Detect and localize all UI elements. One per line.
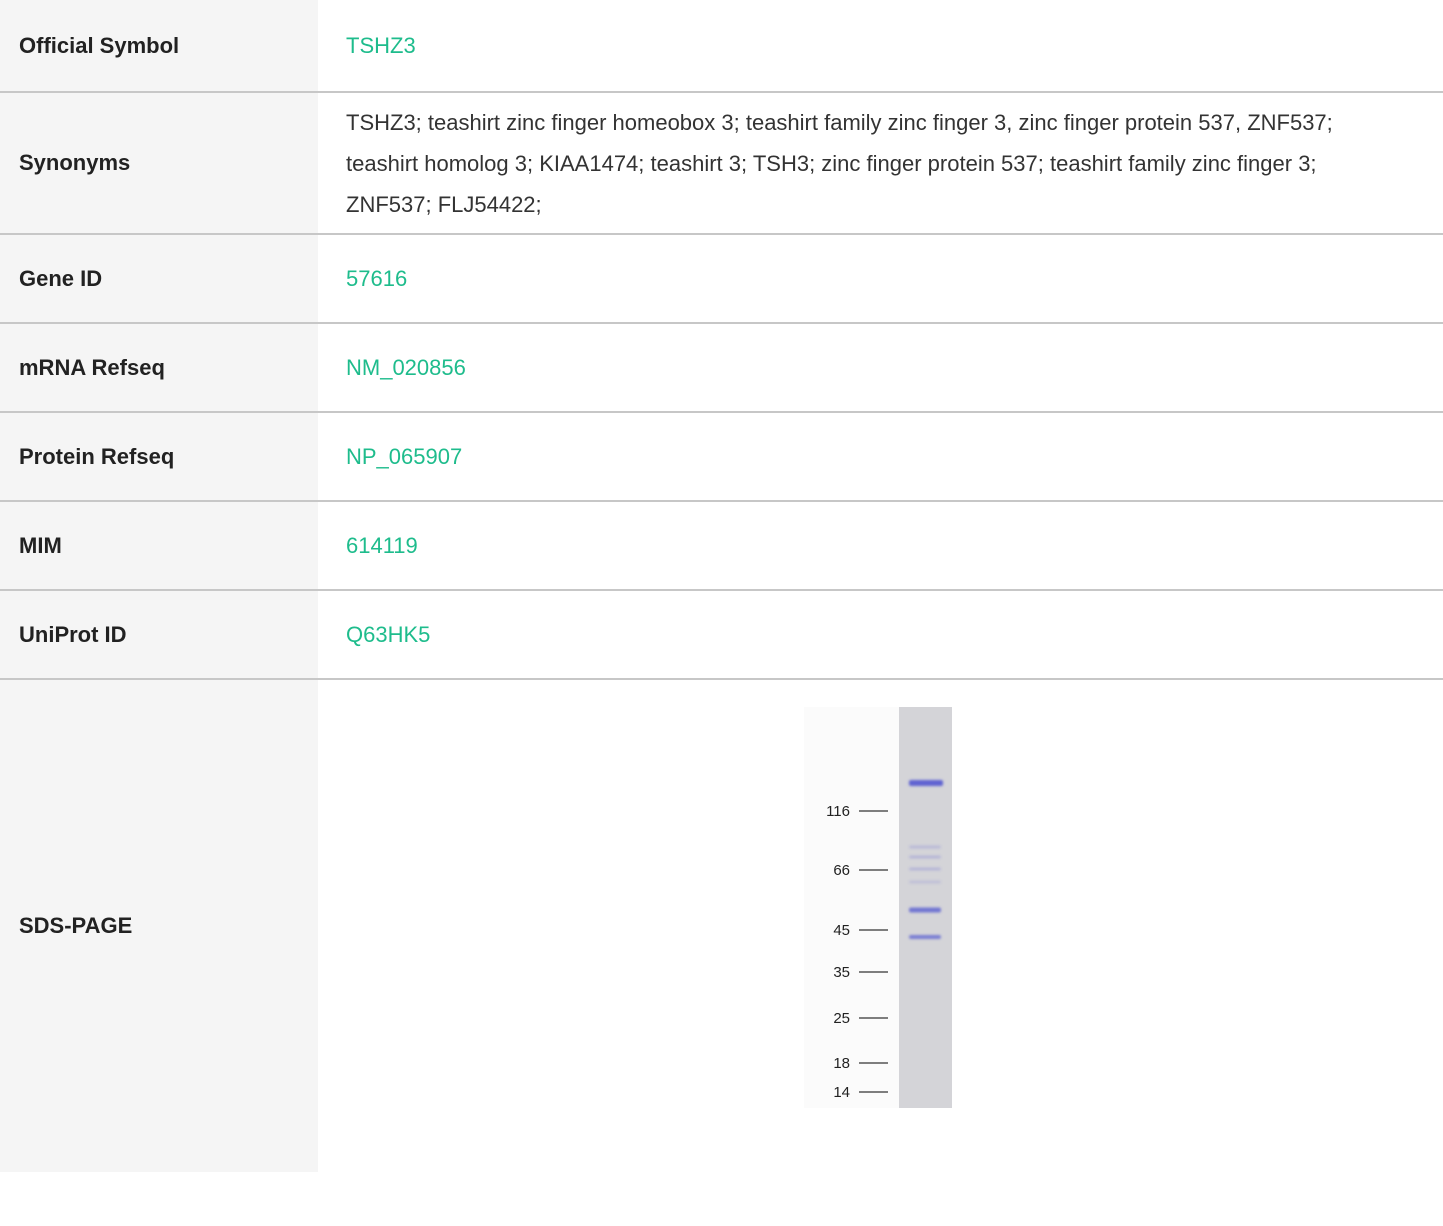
- gene-id-label: Gene ID: [0, 235, 318, 322]
- synonyms-value: TSHZ3; teashirt zinc finger homeobox 3; …: [318, 93, 1443, 233]
- sds-page-gel-image: 116 66 45 35 25 18 14: [804, 707, 952, 1108]
- protein-band: [909, 780, 943, 786]
- mrna-refseq-link[interactable]: NM_020856: [346, 347, 466, 388]
- protein-band: [909, 907, 941, 913]
- gene-info-table: Official Symbol TSHZ3 Synonyms TSHZ3; te…: [0, 0, 1443, 1172]
- protein-band: [909, 935, 941, 939]
- protein-band: [909, 855, 941, 859]
- mrna-refseq-value-cell: NM_020856: [318, 324, 1443, 411]
- row-uniprot-id: UniProt ID Q63HK5: [0, 591, 1443, 680]
- official-symbol-link[interactable]: TSHZ3: [346, 25, 416, 66]
- uniprot-id-value-cell: Q63HK5: [318, 591, 1443, 678]
- gel-svg: 116 66 45 35 25 18 14: [804, 707, 952, 1108]
- protein-refseq-label: Protein Refseq: [0, 413, 318, 500]
- protein-band: [909, 845, 941, 849]
- uniprot-id-label: UniProt ID: [0, 591, 318, 678]
- gene-id-link[interactable]: 57616: [346, 258, 407, 299]
- marker-label-35: 35: [833, 964, 850, 981]
- marker-label-18: 18: [833, 1055, 850, 1072]
- official-symbol-label: Official Symbol: [0, 0, 318, 91]
- row-mim: MIM 614119: [0, 502, 1443, 591]
- marker-label-25: 25: [833, 1010, 850, 1027]
- protein-refseq-link[interactable]: NP_065907: [346, 436, 462, 477]
- row-mrna-refseq: mRNA Refseq NM_020856: [0, 324, 1443, 413]
- row-protein-refseq: Protein Refseq NP_065907: [0, 413, 1443, 502]
- sds-page-image-cell: 116 66 45 35 25 18 14: [318, 680, 1443, 1172]
- mim-link[interactable]: 614119: [346, 525, 418, 566]
- mim-value-cell: 614119: [318, 502, 1443, 589]
- synonyms-label: Synonyms: [0, 93, 318, 233]
- gene-id-value-cell: 57616: [318, 235, 1443, 322]
- protein-band: [909, 867, 941, 871]
- mim-label: MIM: [0, 502, 318, 589]
- marker-label-14: 14: [833, 1084, 850, 1101]
- sds-page-label: SDS-PAGE: [0, 680, 318, 1172]
- marker-label-66: 66: [833, 862, 850, 879]
- row-gene-id: Gene ID 57616: [0, 235, 1443, 324]
- protein-refseq-value-cell: NP_065907: [318, 413, 1443, 500]
- marker-label-45: 45: [833, 922, 850, 939]
- mrna-refseq-label: mRNA Refseq: [0, 324, 318, 411]
- row-synonyms: Synonyms TSHZ3; teashirt zinc finger hom…: [0, 93, 1443, 235]
- protein-band: [909, 880, 941, 884]
- marker-label-116: 116: [826, 803, 850, 820]
- row-sds-page: SDS-PAGE 116 66 45 35 25 18 14: [0, 680, 1443, 1172]
- row-official-symbol: Official Symbol TSHZ3: [0, 0, 1443, 93]
- uniprot-id-link[interactable]: Q63HK5: [346, 614, 430, 655]
- official-symbol-value-cell: TSHZ3: [318, 0, 1443, 91]
